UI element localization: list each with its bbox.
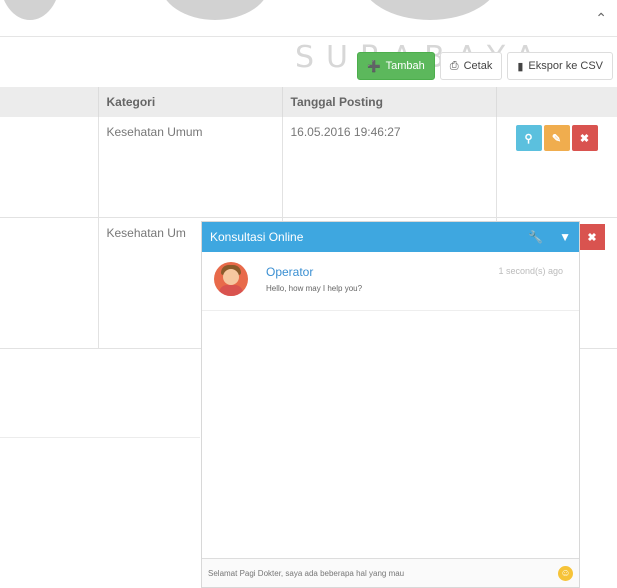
delete-button[interactable]: ✖	[579, 224, 605, 250]
column-header-actions	[496, 87, 617, 117]
chat-timestamp: 1 second(s) ago	[498, 266, 563, 276]
table-cell-tanggal: 16.05.2016 19:46:27	[282, 117, 497, 218]
chat-widget: Konsultasi Online 🔧 ▼ Operator 1 second(…	[201, 221, 580, 588]
logo-arc-right	[360, 0, 500, 20]
table-cell	[0, 217, 99, 349]
chat-header-controls: 🔧 ▼	[528, 230, 571, 244]
export-csv-button[interactable]: ▮ Ekspor ke CSV	[507, 52, 613, 80]
avatar-body	[219, 285, 243, 296]
toolbar: ➕ Tambah ⎙ Cetak ▮ Ekspor ke CSV	[356, 52, 613, 80]
chat-header: Konsultasi Online 🔧 ▼	[202, 222, 579, 252]
table-row: Kesehatan Umum 16.05.2016 19:46:27 ⚲ ✎ ✖	[0, 117, 617, 218]
wrench-icon[interactable]: 🔧	[528, 230, 543, 244]
table-header: Kategori Tanggal Posting	[0, 87, 617, 117]
column-header	[0, 87, 99, 117]
column-header-tanggal: Tanggal Posting	[282, 87, 497, 117]
plus-circle-icon: ➕	[366, 60, 381, 73]
chat-message-body: Operator 1 second(s) ago Hello, how may …	[266, 262, 567, 300]
row-actions: ⚲ ✎ ✖	[505, 125, 609, 151]
chevron-up-icon[interactable]: ⌃	[595, 10, 607, 27]
divider	[0, 36, 617, 37]
print-button[interactable]: ⎙ Cetak	[439, 52, 503, 80]
table-cell-actions: ⚲ ✎ ✖	[496, 117, 617, 218]
add-button[interactable]: ➕ Tambah	[356, 52, 435, 80]
add-label: Tambah	[385, 60, 425, 72]
print-label: Cetak	[463, 60, 493, 72]
chat-input[interactable]: Selamat Pagi Dokter, saya ada beberapa h…	[208, 569, 552, 578]
chat-message-text: Hello, how may I help you?	[266, 284, 363, 293]
divider	[0, 437, 200, 438]
column-header-kategori: Kategori	[98, 87, 283, 117]
table-cell	[0, 117, 99, 218]
export-label: Ekspor ke CSV	[528, 60, 603, 72]
logo-arc-left	[0, 0, 60, 20]
smiley-icon[interactable]: ☺	[558, 565, 573, 581]
file-icon: ▮	[517, 60, 524, 73]
avatar	[214, 262, 248, 296]
avatar-face	[223, 269, 239, 285]
chat-message: Operator 1 second(s) ago Hello, how may …	[202, 252, 579, 311]
printer-icon: ⎙	[449, 59, 459, 72]
close-icon[interactable]: ✖	[571, 125, 598, 151]
table-cell-kategori: Kesehatan Umum	[98, 117, 283, 218]
chat-title: Konsultasi Online	[210, 230, 304, 244]
search-icon[interactable]: ⚲	[515, 125, 542, 151]
logo-arc-mid	[160, 0, 270, 20]
chevron-down-icon[interactable]: ▼	[559, 230, 571, 244]
pencil-icon[interactable]: ✎	[543, 125, 570, 151]
chat-input-bar: Selamat Pagi Dokter, saya ada beberapa h…	[202, 558, 579, 587]
